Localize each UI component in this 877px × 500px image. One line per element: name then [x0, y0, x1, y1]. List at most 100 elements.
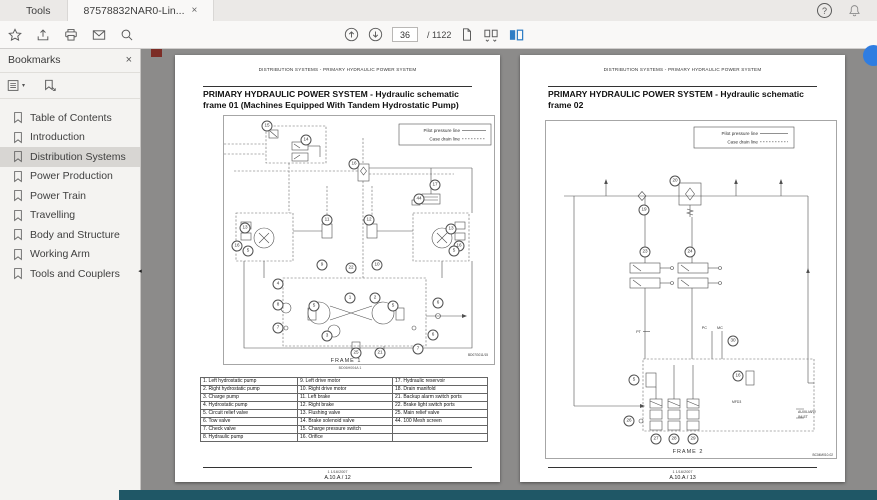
table-cell: 44. 100 Mesh screen	[393, 418, 488, 426]
sidebar-item-working-arm[interactable]: Working Arm	[0, 245, 140, 265]
page-title: PRIMARY HYDRAULIC POWER SYSTEM - Hydraul…	[548, 89, 823, 110]
table-row: 2. Right hydrostatic pump10. Right drive…	[201, 386, 488, 394]
sidebar-item-distribution-systems[interactable]: Distribution Systems	[0, 147, 140, 167]
bookmark-icon	[13, 150, 23, 163]
callout-7: 7	[273, 323, 284, 334]
page-up-icon[interactable]	[344, 27, 359, 42]
table-cell: 3. Charge pump	[201, 394, 298, 402]
help-icon[interactable]: ?	[817, 3, 832, 18]
callout-28: 28	[669, 434, 680, 445]
callout-16: 16	[733, 371, 744, 382]
single-page-icon[interactable]	[460, 27, 474, 42]
table-cell: 15. Charge pressure switch	[298, 426, 393, 434]
share-upload-icon[interactable]	[36, 28, 50, 42]
callout-44: 44	[414, 194, 425, 205]
page-down-icon[interactable]	[368, 27, 383, 42]
table-row: 6. Tow valve14. Brake solenoid valve44. …	[201, 418, 488, 426]
pdf-page-right: DISTRIBUTION SYSTEMS - PRIMARY HYDRAULIC…	[520, 55, 845, 482]
sidebar-item-tools-and-couplers[interactable]: Tools and Couplers	[0, 264, 140, 284]
bookmarks-header: Bookmarks ×	[0, 48, 140, 73]
bell-icon[interactable]	[848, 4, 861, 17]
pdf-page-left: DISTRIBUTION SYSTEMS - PRIMARY HYDRAULIC…	[175, 55, 500, 482]
chevron-down-icon: ▾	[22, 82, 25, 89]
callout-16: 16	[232, 241, 243, 252]
bookmark-options-button[interactable]: ▾	[7, 79, 25, 92]
callout-8: 8	[273, 300, 284, 311]
bookmark-icon	[13, 209, 23, 222]
close-icon[interactable]: ×	[192, 5, 198, 16]
table-cell: 4. Hydrostatic pump	[201, 402, 298, 410]
tab-tools[interactable]: Tools	[10, 0, 67, 21]
bookmark-icon	[13, 267, 23, 280]
page-running-header: DISTRIBUTION SYSTEMS - PRIMARY HYDRAULIC…	[520, 67, 845, 72]
footer-rule	[203, 467, 472, 468]
table-cell: 10. Right drive motor	[298, 386, 393, 394]
star-icon[interactable]	[8, 28, 22, 42]
table-cell: 7. Check valve	[201, 426, 298, 434]
two-page-view-icon[interactable]	[508, 28, 525, 42]
table-cell: 22. Brake light switch ports	[393, 402, 488, 410]
hydraulic-schematic-frame-2: Pilot pressure line Case drain line	[545, 120, 837, 459]
sidebar-item-power-train[interactable]: Power Train	[0, 186, 140, 206]
panel-collapse-handle[interactable]: ◂	[135, 258, 145, 284]
table-cell: 1. Left hydrostatic pump	[201, 378, 298, 386]
panel-close-icon[interactable]: ×	[126, 54, 132, 66]
search-icon[interactable]	[120, 28, 134, 42]
table-cell: 18. Drain manifold	[393, 386, 488, 394]
bookmarks-list: Table of Contents Introduction Distribut…	[0, 99, 140, 284]
print-code: BD06H004A 1	[295, 366, 405, 370]
table-row: 8. Hydraulic pump16. Orifice	[201, 434, 488, 442]
page-total-label: / 1122	[427, 30, 451, 40]
toolbar-left-group	[8, 21, 134, 48]
sidebar-item-power-production[interactable]: Power Production	[0, 167, 140, 187]
page-running-header: DISTRIBUTION SYSTEMS - PRIMARY HYDRAULIC…	[175, 67, 500, 72]
callouts-left: 1514161744111213131616559102241286557367…	[224, 116, 494, 364]
table-cell: 12. Right brake	[298, 402, 393, 410]
page-title: PRIMARY HYDRAULIC POWER SYSTEM - Hydraul…	[203, 89, 478, 110]
bookmarks-toolbar: ▾	[0, 73, 140, 99]
callout-15: 15	[262, 121, 273, 132]
table-row: 7. Check valve15. Charge pressure switch	[201, 426, 488, 434]
table-cell: 17. Hydraulic reservoir	[393, 378, 488, 386]
bookmark-icon	[13, 111, 23, 124]
page-number-input[interactable]	[392, 27, 418, 42]
email-icon[interactable]	[92, 28, 106, 42]
avatar[interactable]	[863, 45, 877, 66]
callout-25: 25	[351, 348, 362, 359]
print-icon[interactable]	[64, 28, 78, 42]
callout-4: 4	[273, 279, 284, 290]
add-bookmark-button[interactable]	[43, 79, 57, 93]
table-cell	[393, 426, 488, 434]
table-row: 1. Left hydrostatic pump9. Left drive mo…	[201, 378, 488, 386]
callout-5: 5	[629, 375, 640, 386]
callout-21: 21	[375, 348, 386, 359]
callout-5: 5	[309, 301, 320, 312]
footer-rule	[548, 467, 817, 468]
bookmarks-panel: Bookmarks × ▾ Table of Contents Introduc…	[0, 48, 141, 500]
toolbar-center-group: / 1122	[344, 21, 525, 48]
sidebar-item-introduction[interactable]: Introduction	[0, 128, 140, 148]
bookmark-icon	[13, 170, 23, 183]
sidebar-item-body-and-structure[interactable]: Body and Structure	[0, 225, 140, 245]
table-cell: 6. Tow valve	[201, 418, 298, 426]
bookmark-icon	[13, 131, 23, 144]
tab-document[interactable]: 87578832NAR0-Lin... ×	[67, 0, 215, 21]
callout-14: 14	[301, 135, 312, 146]
callout-5: 5	[388, 301, 399, 312]
callout-20: 20	[670, 176, 681, 187]
footer-date: 1 1/16/2007	[520, 470, 845, 474]
table-cell: 25. Main relief valve	[393, 410, 488, 418]
bookmark-icon	[13, 228, 23, 241]
tab-document-label: 87578832NAR0-Lin...	[84, 5, 185, 17]
table-cell: 9. Left drive motor	[298, 378, 393, 386]
sidebar-item-table-of-contents[interactable]: Table of Contents	[0, 108, 140, 128]
table-cell: 11. Left brake	[298, 394, 393, 402]
toolbar: / 1122	[0, 21, 877, 49]
table-cell: 14. Brake solenoid valve	[298, 418, 393, 426]
callout-10: 10	[372, 260, 383, 271]
footer-date: 1 1/16/2007	[175, 470, 500, 474]
sidebar-item-travelling[interactable]: Travelling	[0, 206, 140, 226]
continuous-scroll-icon[interactable]	[483, 28, 499, 42]
header-rule	[548, 86, 817, 87]
acrobat-window: Tools 87578832NAR0-Lin... × ?	[0, 0, 877, 500]
